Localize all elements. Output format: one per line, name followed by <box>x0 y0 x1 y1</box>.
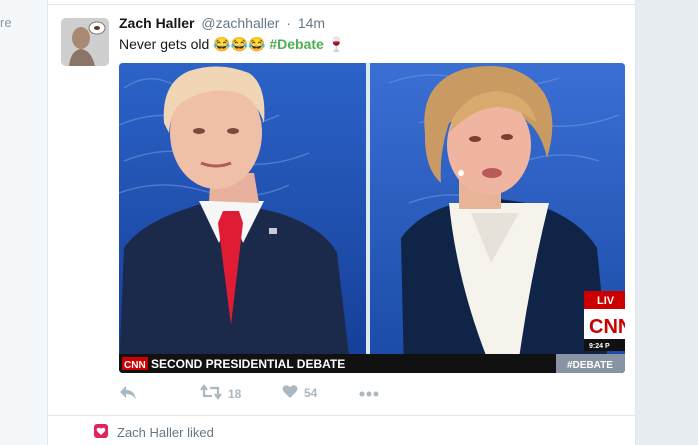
divider <box>48 415 635 416</box>
more-button[interactable] <box>359 386 379 400</box>
hashtag-link[interactable]: #Debate <box>269 36 323 52</box>
retweet-button[interactable]: 18 <box>200 384 241 403</box>
reply-icon <box>119 384 137 403</box>
retweet-count: 18 <box>228 386 242 401</box>
tweet-feed: Zach Haller @zachhaller · 14m Never gets… <box>47 0 636 445</box>
cnn-corner-logo: CNN <box>589 316 625 338</box>
tweet-header: Zach Haller @zachhaller · 14m <box>119 15 325 31</box>
sidebar-text-fragment: re <box>0 15 12 30</box>
heart-icon <box>282 384 298 402</box>
tweet-body: Never gets old <box>119 36 210 52</box>
like-count: 54 <box>304 386 318 400</box>
author-fullname[interactable]: Zach Haller <box>119 15 194 31</box>
heart-icon <box>94 424 108 441</box>
activity-context: Zach Haller liked <box>94 424 214 441</box>
tweet-text: Never gets old 😂😂😂 #Debate 🍷 <box>119 36 345 53</box>
activity-text[interactable]: Zach Haller liked <box>117 425 214 440</box>
author-username[interactable]: @zachhaller <box>201 15 279 31</box>
live-label: LIV <box>597 295 615 307</box>
separator-dot: · <box>286 15 291 31</box>
like-button[interactable]: 54 <box>282 384 317 402</box>
cnn-banner-logo: CNN <box>124 360 146 371</box>
avatar[interactable] <box>61 18 109 66</box>
tweet-actions: 18 54 <box>119 384 519 404</box>
hashflag-emoji: 🍷 <box>327 36 346 52</box>
reply-button[interactable] <box>119 384 137 403</box>
tweet-media[interactable]: LIV CNN 9:24 P CNN SECOND PRESIDENTIAL D… <box>119 63 625 373</box>
retweet-icon <box>200 384 222 403</box>
laughing-emoji: 😂😂😂 <box>213 36 266 52</box>
tweet-timestamp[interactable]: 14m <box>298 15 325 31</box>
banner-title: SECOND PRESIDENTIAL DEBATE <box>151 357 345 371</box>
corner-hashtag: #DEBATE <box>567 360 613 371</box>
broadcast-clock: 9:24 P <box>589 343 610 350</box>
left-gutter: re <box>0 0 47 445</box>
divider <box>48 4 635 5</box>
more-icon <box>359 386 379 400</box>
